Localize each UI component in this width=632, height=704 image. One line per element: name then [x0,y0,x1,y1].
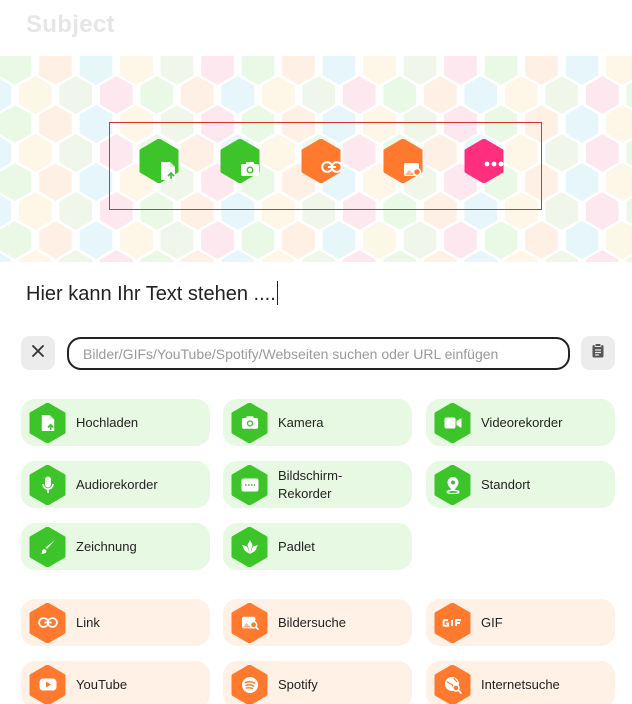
attachment-label: YouTube [76,676,128,692]
padlet-icon [231,526,268,567]
attachment-gif[interactable]: GIF [426,599,615,646]
link-icon [29,602,66,643]
search-field[interactable] [67,337,570,370]
attachment-camera[interactable]: Kamera [223,399,412,446]
attachment-label: Zeichnung [76,538,137,554]
attachment-screen-recorder[interactable]: Bildschirm- Rekorder [223,461,412,508]
subject-title[interactable]: Subject [26,11,115,39]
attachment-label: Audiorekorder [76,476,158,492]
spotify-icon [231,664,268,704]
quick-upload-button[interactable] [139,139,179,183]
search-input[interactable] [83,345,554,362]
attachment-drawing[interactable]: Zeichnung [21,523,210,570]
attachment-label: Bildschirm- Rekorder [278,467,343,501]
camera-icon [231,402,268,443]
microphone-icon [29,464,66,505]
attachment-label: Hochladen [76,414,139,430]
quick-more-button[interactable] [464,139,504,183]
attachment-label: Link [76,614,100,630]
attachment-location[interactable]: Standort [426,461,615,508]
attachment-image-search[interactable]: Bildersuche [223,599,412,646]
attachment-web-search[interactable]: Internetsuche [426,661,615,704]
close-icon [32,344,44,362]
attachment-video-recorder[interactable]: Videorekorder [426,399,615,446]
attachment-label: Padlet [278,538,315,554]
quick-link-button[interactable] [301,139,343,183]
post-body-text[interactable]: Hier kann Ihr Text stehen .... [26,281,279,306]
attachment-label: Spotify [278,676,318,692]
attachment-padlet[interactable]: Padlet [223,523,412,570]
post-body-text-content: Hier kann Ihr Text stehen .... [26,283,276,305]
youtube-icon [29,664,66,704]
location-pin-icon [434,464,471,505]
quick-image-search-button[interactable] [383,139,423,183]
attachment-label: GIF [481,614,503,630]
attachment-label: Standort [481,476,531,492]
attachment-label: Bildersuche [278,614,346,630]
attachment-audio-recorder[interactable]: Audiorekorder [21,461,210,508]
attachment-label: Kamera [278,414,324,430]
attachment-upload[interactable]: Hochladen [21,399,210,446]
attachment-link[interactable]: Link [21,599,210,646]
attachment-label: Videorekorder [481,414,563,430]
close-button[interactable] [21,336,55,370]
quick-camera-button[interactable] [220,139,260,183]
video-camera-icon [434,402,471,443]
paste-button[interactable] [581,336,615,370]
screen-recorder-icon [231,464,268,505]
gif-icon [434,602,471,643]
image-search-icon [231,602,268,643]
upload-file-icon [29,402,66,443]
globe-search-icon [434,664,471,704]
clipboard-icon [592,343,604,363]
attachment-youtube[interactable]: YouTube [21,661,210,704]
brush-icon [29,526,66,567]
attachment-label: Internetsuche [481,676,560,692]
text-caret [276,281,279,305]
attachment-spotify[interactable]: Spotify [223,661,412,704]
